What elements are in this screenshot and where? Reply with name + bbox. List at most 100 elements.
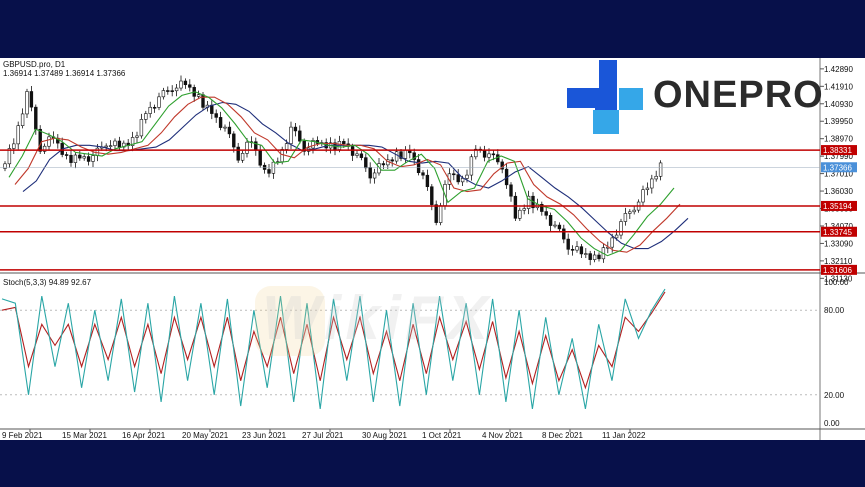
brand-text: ONEPRO <box>653 74 824 116</box>
time-tick-label: 23 Jun 2021 <box>242 431 287 440</box>
price-tick-label: 1.38970 <box>824 135 853 144</box>
candle-body <box>157 96 161 108</box>
candle-body <box>161 90 166 98</box>
candle-body <box>271 161 276 174</box>
candle-body <box>210 104 214 114</box>
time-tick-label: 11 Jan 2022 <box>602 431 646 440</box>
candle-body <box>403 149 408 159</box>
candle-body <box>518 209 522 219</box>
candle-body <box>628 211 632 214</box>
time-tick-label: 30 Aug 2021 <box>362 431 407 440</box>
candle-body <box>29 91 34 108</box>
chart-frame: 1.42890 1.41910 1.40930 1.39950 1.38970 1.379… <box>0 58 865 440</box>
candle-body <box>179 80 183 89</box>
price-tick-label: 1.40930 <box>824 100 853 109</box>
candle-body <box>452 173 456 176</box>
stoch-tick-label: 80.00 <box>824 306 845 315</box>
onepro-logo: ONEPRO <box>565 60 825 140</box>
time-tick-label: 16 Apr 2021 <box>122 431 166 440</box>
candle-body <box>166 90 170 92</box>
candle-body <box>236 146 240 161</box>
candle-body <box>20 113 25 126</box>
stoch-tick-label: 20.00 <box>824 391 845 400</box>
candle-body <box>584 253 588 255</box>
time-tick-label: 8 Dec 2021 <box>542 431 583 440</box>
price-tick-label: 1.33090 <box>824 239 853 248</box>
price-tick-label: 1.39950 <box>824 117 853 126</box>
candle-body <box>434 204 438 223</box>
candle-body <box>513 195 518 219</box>
candle-body <box>86 156 91 162</box>
candle-body <box>623 213 628 222</box>
stoch-tick-label: 100.00 <box>824 278 849 287</box>
candle-body <box>12 143 16 149</box>
candle-body <box>3 163 7 169</box>
candle-body <box>579 246 584 255</box>
candle-body <box>509 184 513 197</box>
screenshot-root: { "header": { "symbol": "GBPUSD.pro, D1"… <box>0 0 865 487</box>
candle-body <box>650 178 654 189</box>
price-tick-label: 1.36030 <box>824 187 853 196</box>
candle-body <box>658 162 663 177</box>
candle-body <box>188 84 192 88</box>
candle-body <box>588 253 592 260</box>
candle-body <box>557 224 562 230</box>
candle-body <box>522 208 526 211</box>
candle-body <box>342 141 346 145</box>
candle-body <box>372 172 377 179</box>
time-tick-label: 27 Jul 2021 <box>302 431 344 440</box>
candle-body <box>421 172 425 176</box>
candle-body <box>553 224 557 227</box>
candle-body <box>381 163 386 166</box>
candle-body <box>430 186 434 205</box>
candle-body <box>487 153 491 158</box>
stoch-tick-label: 0.00 <box>824 419 840 428</box>
candle-body <box>108 145 113 147</box>
ohlc-label: 1.36914 1.37489 1.36914 1.37366 <box>3 69 126 78</box>
time-tick-label: 9 Feb 2021 <box>2 431 43 440</box>
candle-body <box>350 146 355 156</box>
candle-body <box>570 249 575 251</box>
candle-body <box>95 147 100 156</box>
level-price-label: 1.38331 <box>823 146 852 155</box>
candle-body <box>491 153 496 156</box>
price-tick-label: 1.41910 <box>824 82 853 91</box>
candle-body <box>465 174 469 179</box>
candle-body <box>144 113 148 120</box>
symbol-label: GBPUSD.pro, D1 <box>3 60 66 69</box>
candle-body <box>69 154 73 163</box>
onepro-logo-icon <box>567 60 643 134</box>
candle-body <box>390 159 394 162</box>
candle-body <box>25 91 29 115</box>
time-tick-label: 20 May 2021 <box>182 431 229 440</box>
candle-body <box>416 159 421 174</box>
stoch-label: Stoch(5,3,3) 94.89 92.67 <box>3 278 92 287</box>
candle-body <box>196 94 201 97</box>
candle-body <box>293 126 298 132</box>
candle-body <box>562 228 566 240</box>
time-tick-label: 4 Nov 2021 <box>482 431 523 440</box>
candle-body <box>73 154 78 163</box>
candle-body <box>227 126 232 135</box>
candle-body <box>152 106 157 109</box>
candle-body <box>438 205 443 223</box>
candle-body <box>355 153 359 156</box>
level-price-label: 1.31606 <box>823 266 852 275</box>
time-tick-label: 15 Mar 2021 <box>62 431 107 440</box>
candle-body <box>113 140 117 146</box>
candle-body <box>548 215 553 226</box>
candle-body <box>368 167 372 179</box>
candle-body <box>544 211 548 216</box>
candle-body <box>280 149 284 162</box>
candle-body <box>16 125 20 145</box>
candle-body <box>575 246 579 251</box>
candle-body <box>394 151 399 162</box>
candle-body <box>289 126 293 144</box>
candle-body <box>632 209 636 213</box>
candle-body <box>645 187 650 190</box>
candle-body <box>91 155 95 162</box>
candle-body <box>258 149 262 166</box>
candle-body <box>104 145 108 148</box>
candle-body <box>614 234 619 239</box>
candle-body <box>654 175 658 180</box>
